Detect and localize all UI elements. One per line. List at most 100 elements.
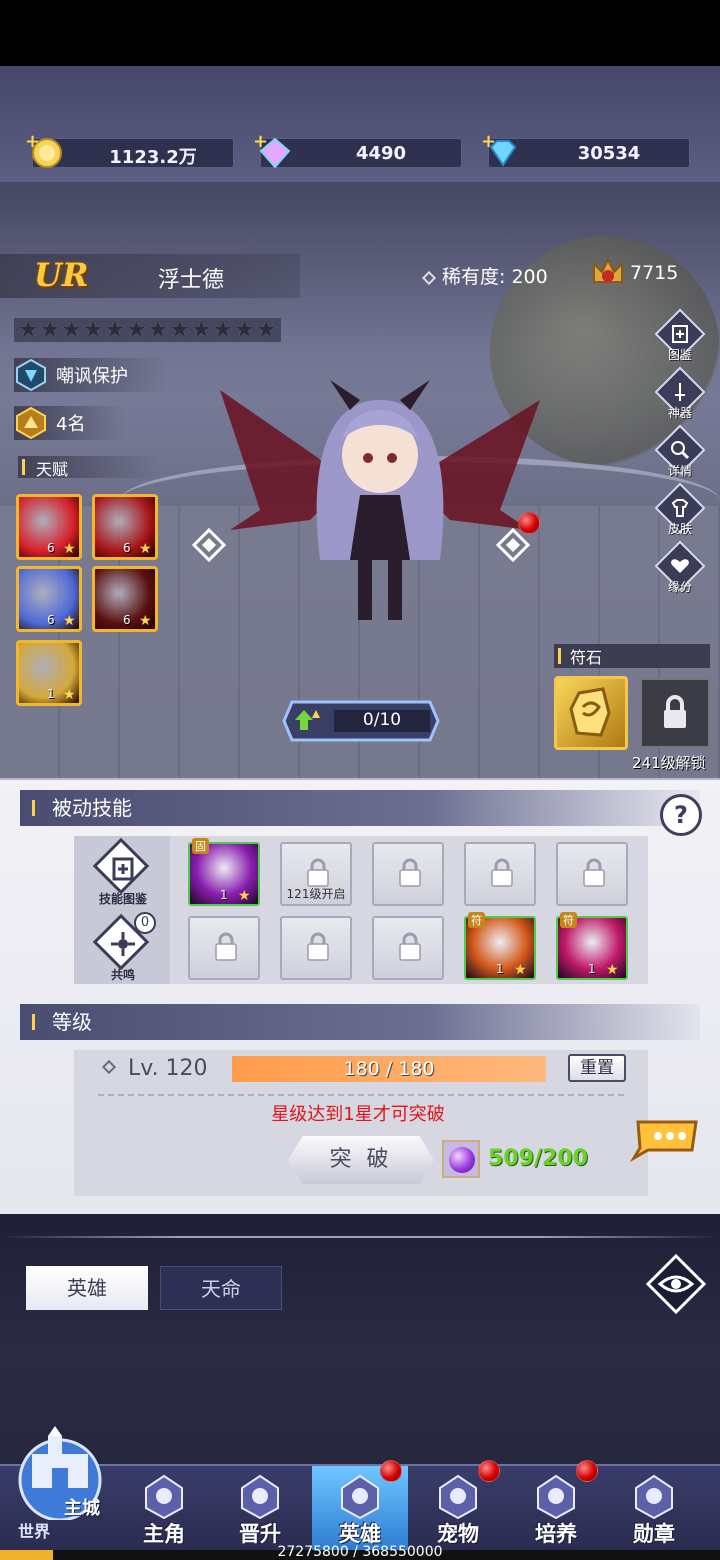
passive-skill-title: 被动技能 (20, 790, 700, 826)
slot-unlock-caption: 121级开启 (286, 887, 346, 901)
passive-skill-slot-locked[interactable] (464, 842, 536, 906)
passive-skill-slot-locked[interactable]: 121级开启 (280, 842, 352, 906)
side-button-artifact[interactable]: 神器 (654, 366, 706, 432)
passive-skill-slot[interactable]: 符 1 ★ (464, 912, 536, 980)
passive-skill-slot-locked[interactable] (280, 916, 352, 980)
talent-slot[interactable]: 1 ★ (16, 640, 82, 706)
rank-hex-icon (16, 406, 46, 440)
lock-icon (664, 695, 686, 728)
status-bar (0, 0, 720, 66)
passive-skill-slot-locked[interactable] (188, 916, 260, 980)
star-icon: ★ (63, 613, 76, 629)
purple-orb-icon (449, 1147, 475, 1173)
skill-tag-badge: 固 (192, 838, 209, 854)
star-icon: ★ (606, 962, 619, 978)
magnifier-icon (671, 441, 690, 460)
nav-item-3[interactable]: 英雄 (312, 1460, 408, 1550)
nav-item-1[interactable]: 主角 (116, 1466, 212, 1550)
star-icon: ★ (212, 317, 234, 343)
nav-item-4[interactable]: 宠物 (410, 1460, 506, 1550)
diamond-counter[interactable]: + 30534 (481, 131, 690, 168)
passive-skill-slot-locked[interactable] (372, 842, 444, 906)
rank-tag: 4名 (14, 406, 126, 440)
level-up-arrow-icon (295, 710, 320, 730)
heart-icon (671, 559, 689, 573)
chat-bubble-icon[interactable] (630, 1116, 700, 1162)
side-button-details[interactable]: 详情 (654, 424, 706, 490)
star-icon: ★ (514, 962, 527, 978)
passive-skill-slot[interactable]: 符 1 ★ (556, 912, 628, 980)
star-icon: ★ (139, 541, 152, 557)
crystal-counter[interactable]: + 4490 (253, 131, 462, 169)
star-icon: ★ (61, 317, 82, 343)
breakthrough-cost: 509/200 (488, 1146, 588, 1171)
diamond-value: 30534 (577, 143, 641, 164)
passive-skill-slot-locked[interactable] (556, 842, 628, 906)
notification-dot (478, 1460, 500, 1482)
help-button[interactable]: ? (660, 794, 702, 836)
divider (98, 1094, 624, 1096)
rune-unlock-text: 241级解锁 (632, 754, 706, 772)
player-xp-bar: 27275800 / 368550000 (0, 1544, 720, 1560)
lock-icon (491, 858, 513, 887)
lock-icon (215, 932, 237, 961)
star-icon: ★ (104, 317, 126, 343)
add-gold-icon[interactable]: + (25, 131, 40, 152)
hero-power: 7715 (630, 262, 679, 284)
hero-exp-box[interactable]: 0/10 (282, 698, 440, 744)
lock-icon (583, 858, 605, 887)
filter-eye-icon[interactable] (644, 1252, 708, 1316)
tab-hero[interactable]: 英雄 (26, 1266, 148, 1310)
sword-icon (675, 383, 685, 401)
star-icon: ★ (39, 317, 61, 343)
player-xp-text: 27275800 / 368550000 (277, 1544, 443, 1560)
rune-title: 符石 (554, 644, 710, 668)
nav-item-2[interactable]: 晋升 (212, 1466, 308, 1550)
tab-destiny[interactable]: 天命 (160, 1266, 282, 1310)
skill-level: 1 (220, 888, 228, 902)
hero-rank: UR (34, 256, 89, 294)
hero-rarity: 稀有度: 200 (421, 262, 548, 289)
star-icon: ★ (191, 317, 212, 343)
talent-slot[interactable]: 6 ★ (92, 494, 158, 560)
star-icon: ★ (126, 317, 147, 343)
level-progress-bar: 180 / 180 (232, 1056, 546, 1082)
rune-slot-locked[interactable] (640, 678, 710, 748)
skill-tag-badge: 符 (468, 912, 485, 928)
side-button-codex[interactable]: 图鉴 (654, 308, 706, 374)
reset-button[interactable]: 重置 (568, 1054, 626, 1082)
nav-item-6[interactable]: 勋章 (606, 1466, 702, 1550)
resonance-icon (111, 932, 135, 956)
nav-item-5[interactable]: 培养 (508, 1460, 604, 1550)
skill-level: 1 (496, 962, 504, 976)
notification-dot (576, 1460, 598, 1482)
passive-skill-slot[interactable]: 固 1 ★ (188, 838, 260, 906)
talent-slot[interactable]: 6 ★ (92, 566, 158, 632)
gold-counter[interactable]: + 1123.2万 (25, 131, 234, 168)
talent-slot[interactable]: 6 ★ (16, 566, 82, 632)
side-button-bond[interactable]: 缘分 (654, 540, 706, 606)
breakthrough-material[interactable] (442, 1140, 480, 1178)
shield-hex-icon (16, 358, 46, 392)
level-label: Lv. 120 (101, 1056, 208, 1081)
side-button-skin[interactable]: 皮肤 (654, 482, 706, 548)
crystal-value: 4490 (355, 143, 407, 164)
prev-hero-arrow-icon[interactable] (192, 528, 226, 562)
notification-dot (518, 512, 540, 534)
talent-title: 天赋 (18, 456, 158, 479)
helmet-icon (341, 1474, 379, 1520)
home-button[interactable]: 主城 世界 (8, 1424, 112, 1544)
pet-icon (439, 1474, 477, 1520)
add-crystal-icon[interactable]: + (253, 131, 268, 152)
breakthrough-button[interactable]: 突 破 (288, 1136, 434, 1184)
talent-slot[interactable]: 6 ★ (16, 494, 82, 560)
rune-slot[interactable] (554, 676, 628, 750)
book-icon (672, 325, 688, 343)
add-diamond-icon[interactable]: + (481, 131, 496, 152)
passive-skill-slot-locked[interactable] (372, 916, 444, 980)
star-icon: ★ (18, 317, 39, 343)
star-icon: ★ (147, 317, 169, 343)
lock-icon (307, 932, 329, 961)
divider (0, 1236, 720, 1238)
diamond-bullet-icon (101, 1059, 117, 1075)
